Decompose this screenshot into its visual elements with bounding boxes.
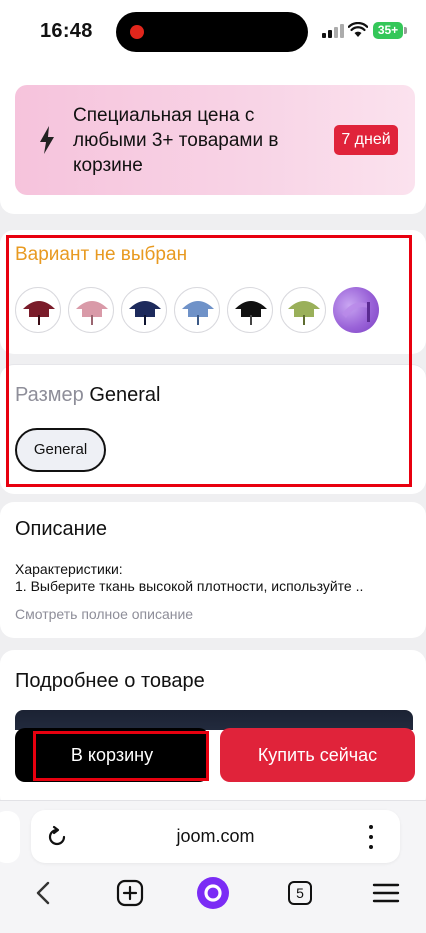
tabs-count: 5 [288,881,312,905]
umbrella-icon [288,301,320,325]
full-description-link[interactable]: Смотреть полное описание [15,606,193,622]
size-title: Размер General [15,384,160,407]
variant-status: Вариант не выбран [15,244,188,265]
swatch-video[interactable] [333,287,379,333]
buy-now-button[interactable]: Купить сейчас [220,728,415,782]
description-line: 1. Выберите ткань высокой плотности, исп… [15,578,364,594]
details-image [15,710,413,730]
url-text: joom.com [176,826,255,846]
description-text: Характеристики: 1. Выберите ткань высоко… [15,561,415,595]
dynamic-island [116,12,308,52]
umbrella-icon [76,301,108,325]
new-tab-icon[interactable] [114,877,146,909]
size-label: Размер [15,384,84,406]
address-bar[interactable]: joom.com [31,810,400,863]
size-option-general[interactable]: General [15,428,106,472]
browser-nav: 5 [0,877,426,917]
alice-assistant-icon[interactable] [197,877,229,909]
browser-toolbar: joom.com 5 [0,800,426,933]
more-menu-icon[interactable] [367,823,375,851]
swatch-light-blue[interactable] [174,287,220,333]
swatch-navy[interactable] [121,287,167,333]
previous-tab-edge[interactable] [0,811,20,863]
menu-icon[interactable] [370,877,402,909]
umbrella-icon [23,301,55,325]
bolt-icon [40,126,54,154]
swatch-burgundy[interactable] [15,287,61,333]
umbrella-icon [342,302,370,322]
size-card: Размер General General [0,364,426,494]
wifi-icon [348,22,368,37]
promo-card: Специальная цена с любыми 3+ товарами в … [0,64,426,214]
special-price-banner[interactable]: Специальная цена с любыми 3+ товарами в … [15,85,415,195]
cellular-signal-icon [322,24,344,38]
umbrella-icon [182,301,214,325]
days-badge: 7 дней [334,125,398,155]
status-bar: 16:48 35+ [0,0,426,64]
description-card: Описание Характеристики: 1. Выберите тка… [0,502,426,638]
description-title: Описание [15,518,108,540]
add-to-cart-button[interactable]: В корзину [15,728,209,782]
size-selected-value: General [89,384,161,406]
details-title: Подробнее о товаре [15,670,205,692]
umbrella-icon [129,301,161,325]
description-line: Характеристики: [15,561,123,577]
back-icon[interactable] [28,877,60,909]
promo-text: Специальная цена с любыми 3+ товарами в … [73,105,279,176]
battery-indicator: 35+ [373,22,407,39]
status-time: 16:48 [40,20,93,42]
recording-indicator [130,25,144,39]
variant-card: Вариант не выбран [0,230,426,354]
swatch-pink[interactable] [68,287,114,333]
tabs-switcher[interactable]: 5 [286,877,318,909]
umbrella-icon [235,301,267,325]
swatch-black[interactable] [227,287,273,333]
swatch-olive[interactable] [280,287,326,333]
